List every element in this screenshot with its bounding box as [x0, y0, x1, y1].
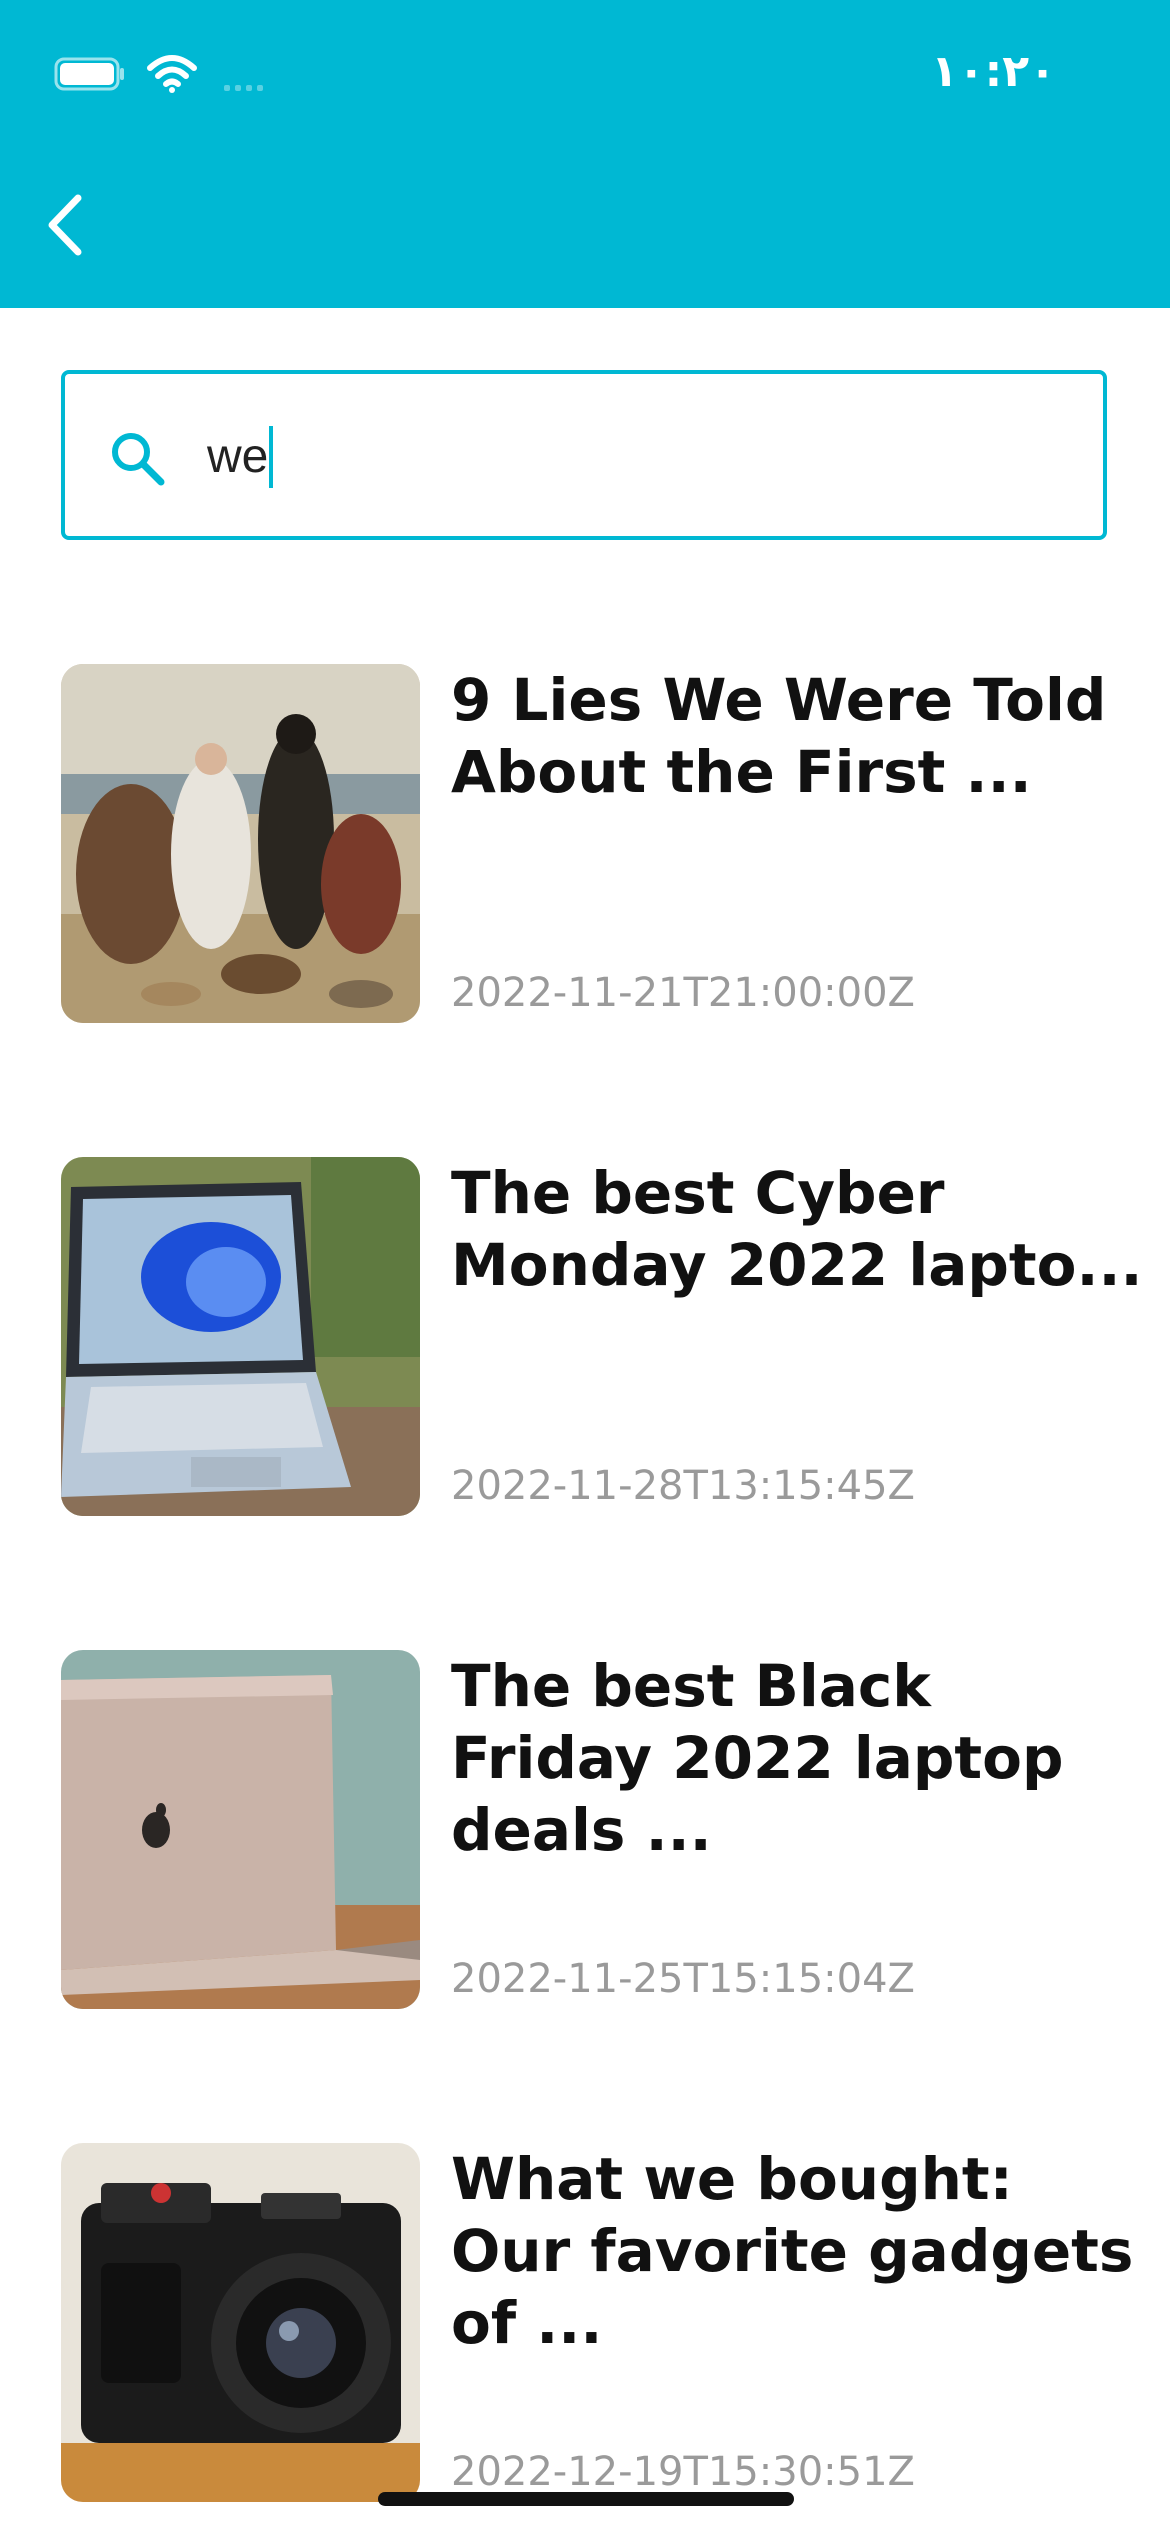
list-item[interactable]: 9 Lies We Were Told About the First ... … [61, 664, 1141, 1024]
list-item[interactable]: The best Black Friday 2022 laptop deals … [61, 1650, 1141, 2010]
article-thumbnail [61, 664, 420, 1023]
status-icons [54, 50, 263, 98]
home-indicator[interactable] [378, 2492, 794, 2506]
list-item[interactable]: What we bought: Our favorite gadgets of … [61, 2143, 1141, 2503]
search-input-value: we [207, 430, 269, 483]
text-caret [269, 426, 274, 488]
article-title: The best Cyber Monday 2022 lapto... [451, 1159, 1143, 1299]
article-date: 2022-11-25T15:15:04Z [451, 1956, 915, 2002]
article-title: What we bought: Our favorite gadgets of … [451, 2145, 1134, 2357]
article-date: 2022-11-21T21:00:00Z [451, 970, 915, 1016]
status-time: ١٠:٢٠ [930, 46, 1056, 97]
search-box[interactable]: we [61, 370, 1107, 540]
list-item[interactable]: The best Cyber Monday 2022 lapto... 2022… [61, 1157, 1143, 1517]
article-thumbnail [61, 1157, 420, 1516]
signal-icon [224, 57, 263, 91]
app-header: ١٠:٢٠ [0, 0, 1170, 308]
article-thumbnail [61, 1650, 420, 2009]
search-icon [112, 433, 165, 486]
battery-icon [54, 57, 124, 91]
back-button[interactable] [40, 190, 90, 260]
article-title: The best Black Friday 2022 laptop deals … [451, 1652, 1064, 1864]
article-thumbnail [61, 2143, 420, 2502]
search-input[interactable]: we [207, 426, 274, 488]
wifi-icon [147, 55, 197, 93]
chevron-left-icon [48, 194, 82, 256]
article-date: 2022-11-28T13:15:45Z [451, 1463, 915, 1509]
article-title: 9 Lies We Were Told About the First ... [451, 666, 1107, 806]
article-date: 2022-12-19T15:30:51Z [451, 2449, 915, 2495]
